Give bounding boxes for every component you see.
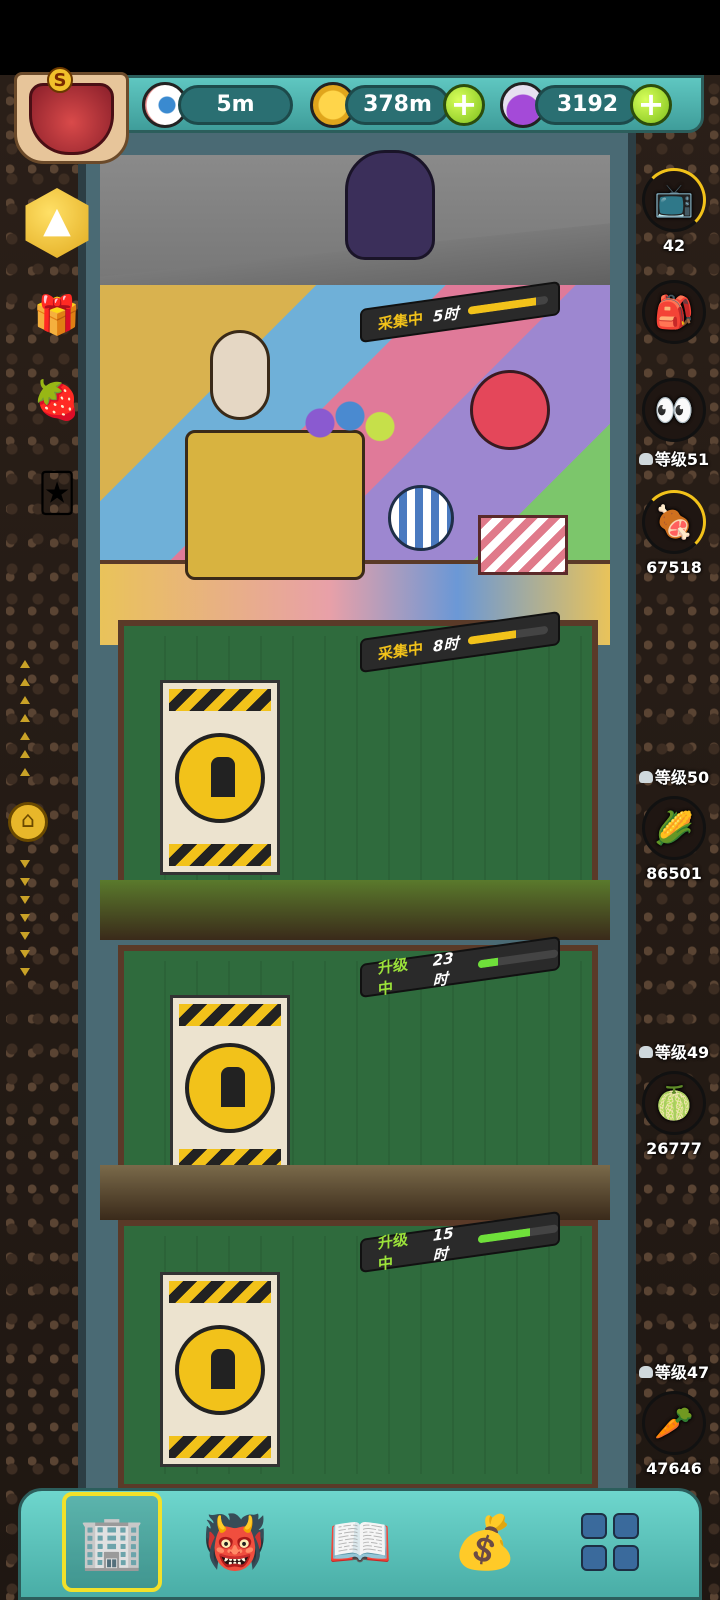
melon-icon: 🍈 — [642, 1071, 706, 1135]
player-avatar[interactable]: S — [14, 67, 129, 164]
timer-time: 23时 — [432, 948, 454, 990]
side-item-count: 67518 — [646, 558, 702, 577]
floor-indicator-up — [20, 660, 30, 776]
coin-bag-tab-button[interactable]: 💰 — [435, 1492, 535, 1592]
eyeball-counter: 5m — [178, 85, 293, 125]
ground-strip-2 — [100, 1165, 610, 1220]
ground-strip-1 — [100, 880, 610, 940]
skull-icon — [638, 771, 653, 783]
timer-time: 5时 — [433, 303, 459, 326]
construction-icon — [175, 732, 265, 823]
monster-gym[interactable] — [345, 150, 435, 260]
warning-panel-1 — [160, 680, 280, 875]
monster-clown[interactable] — [210, 330, 270, 420]
fruit-gift-icon[interactable]: 🍓 — [22, 365, 92, 435]
balloons — [300, 395, 400, 465]
side-item-eyes[interactable]: 👀 等级51 — [632, 378, 716, 470]
construction-icon — [175, 1324, 265, 1415]
grid-icon — [581, 1513, 639, 1571]
potion-counter: 3192 — [535, 85, 640, 125]
warning-panel-2 — [170, 995, 290, 1180]
side-item-melon[interactable]: 等级49 🍈 26777 — [632, 1035, 716, 1158]
timer-progress — [468, 625, 549, 645]
monster-tab-button[interactable]: 👹 — [185, 1492, 285, 1592]
side-item-carrot[interactable]: 等级47 🥕 47646 — [632, 1355, 716, 1478]
meat-icon: 🍖 — [642, 490, 706, 554]
backpack-icon: 🎒 — [642, 280, 706, 344]
building-tab-button[interactable]: 🏢 — [62, 1492, 162, 1592]
home-icon[interactable]: ⌂ — [8, 802, 48, 842]
timer-time: 15时 — [432, 1223, 454, 1265]
menu-grid-button[interactable] — [560, 1492, 660, 1592]
skull-icon — [638, 453, 653, 465]
avatar-monster-icon — [29, 83, 114, 155]
timer-status: 升级中 — [378, 955, 409, 999]
eyes-icon: 👀 — [642, 378, 706, 442]
timer-progress — [478, 949, 558, 969]
timer-status: 采集中 — [378, 638, 424, 664]
side-item-corn[interactable]: 等级50 🌽 86501 — [632, 760, 716, 883]
side-item-tv[interactable]: 📺 42 — [632, 168, 716, 255]
side-item-count: 42 — [662, 236, 686, 255]
side-item-meat[interactable]: 🍖 67518 — [632, 490, 716, 577]
coin-counter: 378m — [345, 85, 450, 125]
side-item-level: 等级49 — [654, 1043, 710, 1062]
vip-badge-icon: S — [47, 67, 73, 93]
book-tab-button[interactable]: 📖 — [310, 1492, 410, 1592]
corn-icon: 🌽 — [642, 796, 706, 860]
side-item-count: 86501 — [646, 864, 702, 883]
timer-status: 升级中 — [378, 1230, 409, 1274]
skull-icon — [638, 1046, 653, 1058]
construction-icon — [185, 1042, 275, 1133]
striped-ball — [388, 485, 454, 551]
add-potions-button[interactable]: + — [630, 84, 672, 126]
warning-panel-3 — [160, 1272, 280, 1467]
side-item-level: 等级47 — [654, 1363, 710, 1382]
timer-progress — [478, 1224, 558, 1244]
cards-icon[interactable]: 🃏 — [22, 458, 92, 528]
gift-box-icon[interactable]: 🎁 — [22, 280, 92, 350]
side-item-count: 47646 — [646, 1459, 702, 1478]
tv-icon: 📺 — [642, 168, 706, 232]
clown-face-poster — [470, 370, 550, 450]
skull-icon — [638, 1366, 653, 1378]
timer-status: 采集中 — [378, 308, 424, 334]
carrot-icon: 🥕 — [642, 1391, 706, 1455]
timer-time: 8时 — [433, 633, 459, 656]
side-item-count: 26777 — [646, 1139, 702, 1158]
side-item-level: 等级51 — [654, 450, 710, 469]
side-item-level: 等级50 — [654, 768, 710, 787]
floor-indicator-down — [20, 860, 30, 976]
timer-progress — [468, 295, 549, 315]
add-coins-button[interactable]: + — [443, 84, 485, 126]
gift-box-prop — [478, 515, 568, 575]
side-item-backpack[interactable]: 🎒 — [632, 280, 716, 344]
